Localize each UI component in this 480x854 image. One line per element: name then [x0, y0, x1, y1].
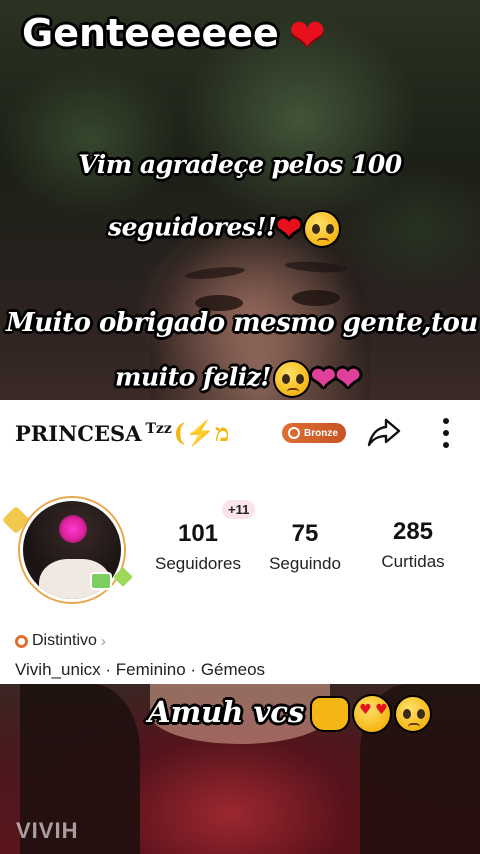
top-video-frame: Genteeeeee ❤ Vim agradeçe pelos 100 segui… [0, 0, 480, 400]
following-label: Seguindo [269, 554, 341, 573]
overlay-line-1: Vim agradeçe pelos 100 [78, 150, 402, 179]
heart-icon: ❤ [288, 10, 326, 61]
overlay-line-2: seguidores!!❤ [108, 210, 342, 248]
profile-info-line: Vivih_unicx · Feminino · Gémeos [15, 660, 266, 679]
overlay-line-4: muito feliz! ❤❤ [115, 360, 361, 398]
more-vertical-icon[interactable] [438, 416, 454, 450]
profile-name: PRINCESA Tzz(⚡מ [15, 418, 229, 448]
lightning-icon: (⚡מ [173, 418, 230, 447]
bronze-badge[interactable]: Bronze [282, 423, 346, 443]
likes-stat[interactable]: 285 Curtidas [370, 518, 456, 572]
profile-card: PRINCESA Tzz(⚡מ Bronze +11 101 Seguidores… [0, 400, 480, 684]
chevron-right-icon: › [100, 632, 106, 650]
pleading-face-icon [272, 360, 311, 398]
share-icon[interactable] [366, 416, 402, 448]
bottom-caption: Amuh vcs [148, 694, 433, 734]
likes-count: 285 [392, 518, 434, 545]
heart-icon: ❤ [276, 211, 302, 247]
overlay-heading-text: Genteeeeee [22, 11, 279, 55]
camera-sticker-icon [90, 572, 112, 590]
bottom-video-frame: Amuh vcs VIVIH [0, 684, 480, 854]
pleading-face-icon [394, 695, 433, 733]
followers-count: 101 [177, 520, 219, 547]
following-count: 75 [291, 520, 319, 547]
two-hearts-icon: ❤❤ [310, 361, 361, 397]
avatar-glow [59, 515, 87, 543]
overlay-line-4-text: muito feliz! [115, 362, 271, 392]
bronze-badge-label: Bronze [304, 427, 338, 439]
pleading-face-icon [303, 210, 342, 248]
distintivo-icon [15, 634, 28, 648]
profile-name-suffix: Tzz [145, 421, 172, 437]
following-stat[interactable]: 75 Seguindo [262, 520, 348, 574]
profile-name-text: PRINCESA [15, 421, 142, 446]
distintivo-label: Distintivo [32, 632, 97, 649]
bottom-caption-text: Amuh vcs [148, 695, 305, 729]
overlay-line-2-text: seguidores!! [108, 212, 277, 242]
new-followers-badge: +11 [222, 500, 256, 519]
distintivo-link[interactable]: Distintivo › [15, 632, 106, 650]
bronze-medal-icon [288, 427, 300, 439]
heart-eyes-icon [352, 694, 393, 734]
followers-stat[interactable]: 101 Seguidores [148, 520, 248, 574]
fist-bump-icon [310, 696, 351, 732]
watermark: VIVIH [16, 818, 79, 843]
avatar[interactable] [1, 492, 134, 608]
video-eye-right [292, 290, 340, 306]
overlay-line-3: Muito obrigado mesmo gente,tou [6, 308, 478, 338]
overlay-heading: Genteeeeee ❤ [22, 10, 326, 61]
followers-label: Seguidores [154, 554, 241, 573]
likes-label: Curtidas [381, 552, 445, 571]
